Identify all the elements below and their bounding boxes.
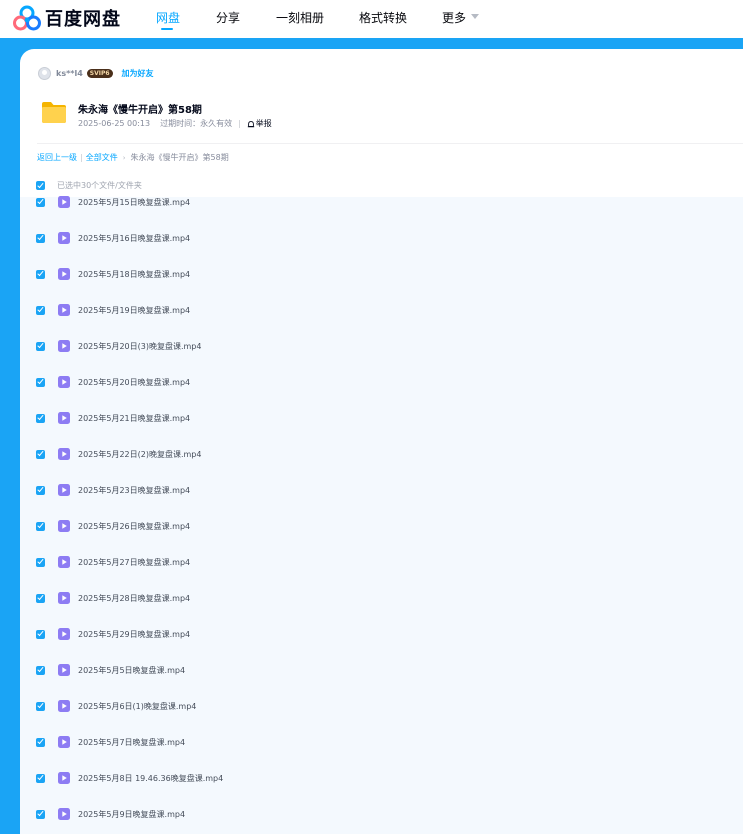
file-row[interactable]: 2025年5月19日晚复盘课.mp4 <box>36 302 190 318</box>
video-file-icon <box>58 556 70 568</box>
file-checkbox[interactable] <box>36 449 45 459</box>
file-row[interactable]: 2025年5月28日晚复盘课.mp4 <box>36 590 190 606</box>
file-checkbox[interactable] <box>36 557 45 567</box>
file-row[interactable]: 2025年5月7日晚复盘课.mp4 <box>36 734 185 750</box>
file-row[interactable]: 2025年5月16日晚复盘课.mp4 <box>36 230 190 246</box>
file-name[interactable]: 2025年5月29日晚复盘课.mp4 <box>78 629 190 640</box>
file-row[interactable]: 2025年5月6日(1)晚复盘课.mp4 <box>36 698 196 714</box>
video-file-icon <box>58 304 70 316</box>
file-checkbox[interactable] <box>36 629 45 639</box>
file-name[interactable]: 2025年5月20日(3)晚复盘课.mp4 <box>78 341 201 352</box>
file-row[interactable]: 2025年5月26日晚复盘课.mp4 <box>36 518 190 534</box>
video-file-icon <box>58 520 70 532</box>
file-row[interactable]: 2025年5月22日(2)晚复盘课.mp4 <box>36 446 201 462</box>
file-name[interactable]: 2025年5月6日(1)晚复盘课.mp4 <box>78 701 196 712</box>
video-file-icon <box>58 592 70 604</box>
video-file-icon <box>58 484 70 496</box>
file-name[interactable]: 2025年5月22日(2)晚复盘课.mp4 <box>78 449 201 460</box>
file-row[interactable]: 2025年5月20日晚复盘课.mp4 <box>36 374 190 390</box>
file-checkbox[interactable] <box>36 773 45 783</box>
video-file-icon <box>58 268 70 280</box>
video-file-icon <box>58 628 70 640</box>
file-row[interactable]: 2025年5月27日晚复盘课.mp4 <box>36 554 190 570</box>
file-checkbox[interactable] <box>36 737 45 747</box>
file-name[interactable]: 2025年5月28日晚复盘课.mp4 <box>78 593 190 604</box>
file-checkbox[interactable] <box>36 197 45 207</box>
file-name[interactable]: 2025年5月8日 19.46.36晚复盘课.mp4 <box>78 773 223 784</box>
file-row[interactable]: 2025年5月18日晚复盘课.mp4 <box>36 266 190 282</box>
file-checkbox[interactable] <box>36 809 45 819</box>
file-name[interactable]: 2025年5月23日晚复盘课.mp4 <box>78 485 190 496</box>
video-file-icon <box>58 412 70 424</box>
file-checkbox[interactable] <box>36 593 45 603</box>
file-row[interactable]: 2025年5月29日晚复盘课.mp4 <box>36 626 190 642</box>
file-name[interactable]: 2025年5月20日晚复盘课.mp4 <box>78 377 190 388</box>
file-row[interactable]: 2025年5月23日晚复盘课.mp4 <box>36 482 190 498</box>
video-file-icon <box>58 736 70 748</box>
file-row[interactable]: 2025年5月5日晚复盘课.mp4 <box>36 662 185 678</box>
file-row[interactable]: 2025年5月15日晚复盘课.mp4 <box>36 194 190 210</box>
video-file-icon <box>58 232 70 244</box>
file-checkbox[interactable] <box>36 341 45 351</box>
file-checkbox[interactable] <box>36 413 45 423</box>
video-file-icon <box>58 664 70 676</box>
file-name[interactable]: 2025年5月21日晚复盘课.mp4 <box>78 413 190 424</box>
file-row[interactable]: 2025年5月21日晚复盘课.mp4 <box>36 410 190 426</box>
video-file-icon <box>58 808 70 820</box>
file-checkbox[interactable] <box>36 701 45 711</box>
file-checkbox[interactable] <box>36 269 45 279</box>
file-row[interactable]: 2025年5月9日晚复盘课.mp4 <box>36 806 185 822</box>
file-checkbox[interactable] <box>36 233 45 243</box>
file-name[interactable]: 2025年5月18日晚复盘课.mp4 <box>78 269 190 280</box>
video-file-icon <box>58 340 70 352</box>
file-name[interactable]: 2025年5月7日晚复盘课.mp4 <box>78 737 185 748</box>
video-file-icon <box>58 772 70 784</box>
file-name[interactable]: 2025年5月5日晚复盘课.mp4 <box>78 665 185 676</box>
file-name[interactable]: 2025年5月27日晚复盘课.mp4 <box>78 557 190 568</box>
video-file-icon <box>58 700 70 712</box>
video-file-icon <box>58 376 70 388</box>
file-name[interactable]: 2025年5月16日晚复盘课.mp4 <box>78 233 190 244</box>
file-name[interactable]: 2025年5月19日晚复盘课.mp4 <box>78 305 190 316</box>
file-checkbox[interactable] <box>36 485 45 495</box>
file-checkbox[interactable] <box>36 521 45 531</box>
file-name[interactable]: 2025年5月9日晚复盘课.mp4 <box>78 809 185 820</box>
file-name[interactable]: 2025年5月15日晚复盘课.mp4 <box>78 197 190 208</box>
file-name[interactable]: 2025年5月26日晚复盘课.mp4 <box>78 521 190 532</box>
video-file-icon <box>58 196 70 208</box>
file-checkbox[interactable] <box>36 665 45 675</box>
file-row[interactable]: 2025年5月8日 19.46.36晚复盘课.mp4 <box>36 770 223 786</box>
file-checkbox[interactable] <box>36 305 45 315</box>
file-row[interactable]: 2025年5月20日(3)晚复盘课.mp4 <box>36 338 201 354</box>
file-list: 2025年5月15日晚复盘课.mp4 2025年5月16日晚复盘课.mp4 2025… <box>0 0 743 834</box>
file-checkbox[interactable] <box>36 377 45 387</box>
video-file-icon <box>58 448 70 460</box>
